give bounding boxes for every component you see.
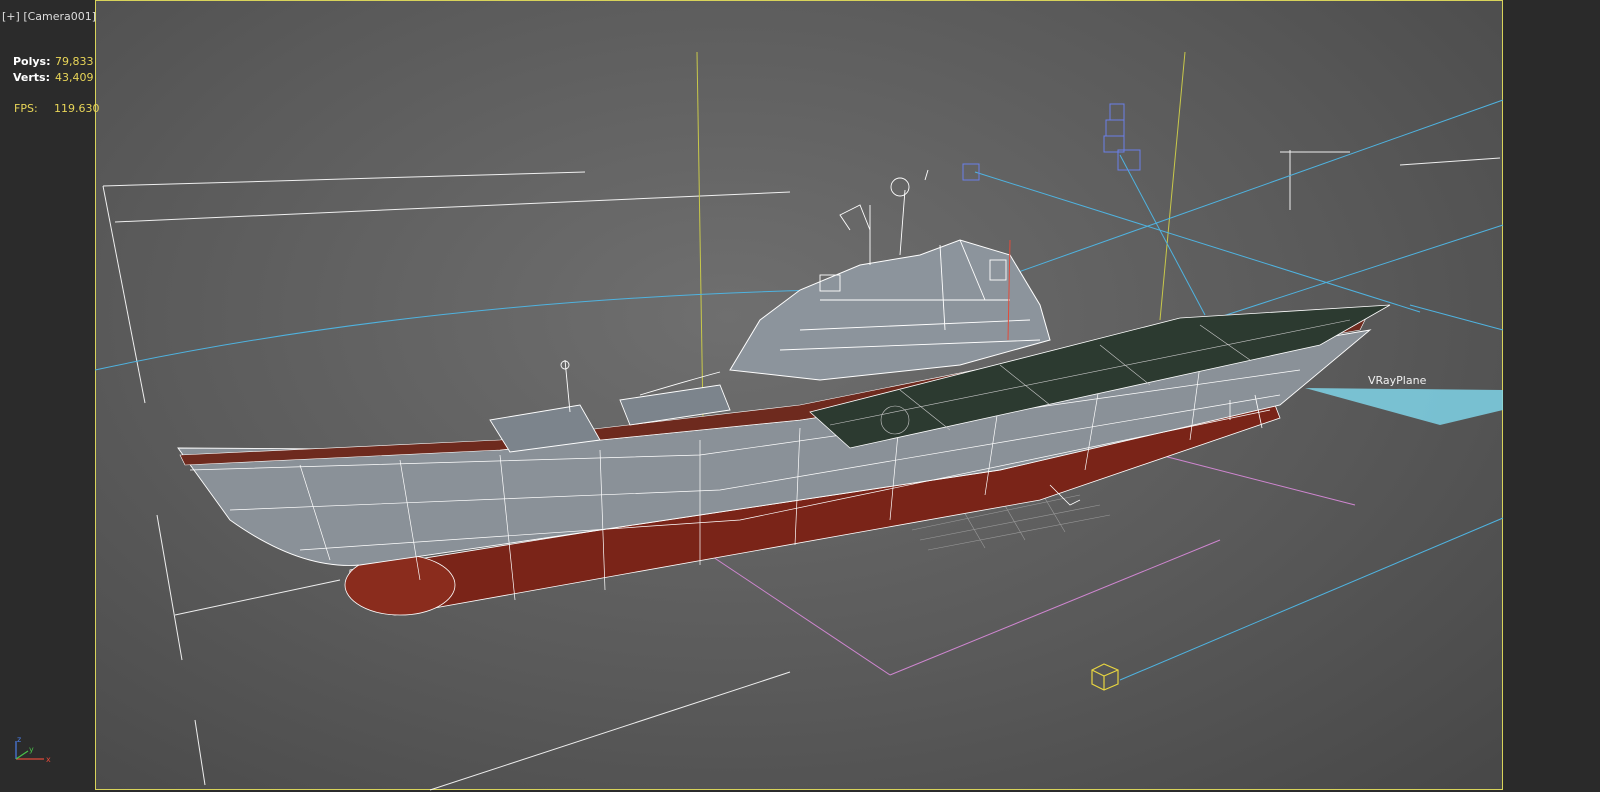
axis-x-label: x bbox=[46, 755, 51, 764]
polys-value: 79,833 bbox=[55, 55, 94, 68]
fps-readout: FPS: 119.630 bbox=[14, 102, 100, 115]
fps-value: 119.630 bbox=[54, 102, 100, 115]
island-superstructure bbox=[729, 239, 1051, 381]
vray-plane-label: VRayPlane bbox=[1368, 374, 1427, 387]
fps-label: FPS: bbox=[14, 102, 38, 115]
verts-label: Verts: bbox=[13, 71, 51, 84]
axis-tripod-icon: z x y bbox=[15, 735, 51, 764]
verts-row: Verts: 43,409 bbox=[13, 70, 94, 86]
axis-z-label: z bbox=[17, 735, 21, 744]
statistics-overlay: Polys: 79,833 Verts: 43,409 bbox=[13, 54, 94, 86]
vray-plane-light[interactable] bbox=[1305, 388, 1503, 425]
3d-viewport[interactable]: [+] [Camera001] Polys: 79,833 Verts: 43,… bbox=[0, 0, 1600, 792]
light-helper-cube-icon[interactable] bbox=[1091, 663, 1119, 691]
viewport-plus-menu[interactable]: [+] bbox=[2, 10, 20, 23]
axis-y-label: y bbox=[29, 745, 34, 754]
camera-object-icon[interactable] bbox=[1103, 103, 1141, 171]
viewport-label-menu[interactable]: [+] [Camera001] bbox=[2, 10, 96, 23]
verts-value: 43,409 bbox=[55, 71, 94, 84]
viewport-camera-menu[interactable]: [Camera001] bbox=[23, 10, 96, 23]
polys-row: Polys: 79,833 bbox=[13, 54, 94, 70]
aircraft-carrier-model[interactable] bbox=[177, 169, 1391, 616]
scene-render[interactable] bbox=[0, 0, 1600, 792]
polys-label: Polys: bbox=[13, 55, 51, 68]
